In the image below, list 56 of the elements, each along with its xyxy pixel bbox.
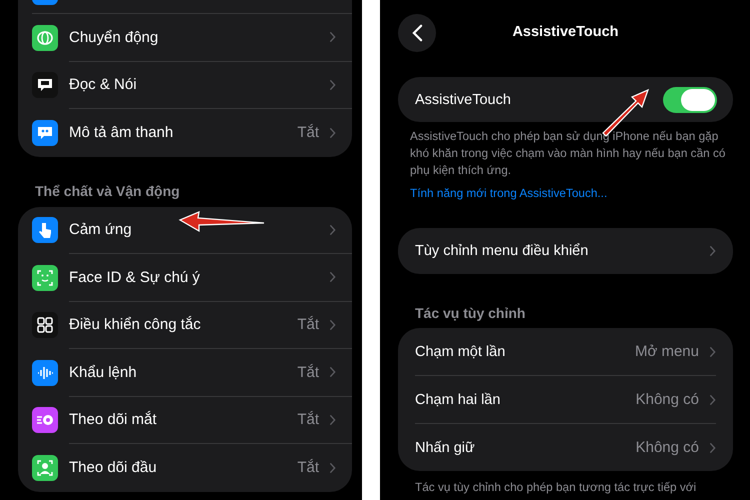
chevron-icon — [329, 31, 336, 44]
chevron-icon — [709, 394, 716, 406]
chevron-icon — [329, 126, 336, 139]
row-value: Không có — [636, 391, 699, 408]
row-label: Mô tả âm thanh — [69, 124, 174, 142]
settings-row[interactable]: Đọc & Nói — [32, 62, 352, 109]
chevron-icon — [329, 78, 336, 91]
footer-text: Tác vụ tùy chỉnh cho phép bạn tương tác trực tiếp với — [415, 480, 698, 494]
chevron-icon — [329, 271, 336, 284]
row-label: Khẩu lệnh — [69, 364, 138, 381]
menu-row[interactable]: Tùy chỉnh menu điều khiển — [398, 228, 733, 274]
row-value: Không có — [636, 439, 699, 456]
chevron-icon — [709, 346, 716, 358]
settings-row[interactable]: Khẩu lệnh Tắt — [32, 349, 352, 396]
row-label: Chuyển động — [69, 28, 160, 46]
action-row[interactable]: Chạm hai lần Không có — [415, 376, 716, 424]
section-header: Thể chất và Vận động — [34, 182, 181, 201]
chevron-icon — [329, 462, 336, 474]
chevron-icon — [329, 224, 336, 236]
settings-row[interactable]: Chuyển động — [32, 14, 352, 62]
description-text: AssistiveTouch cho phép bạn sử dụng iPhone nếu bạn gặp khó khăn trong việc chạm vào màn hình hay nếu bạn cần có phụ kiện thích ứng. — [410, 128, 726, 179]
chevron-icon — [709, 245, 716, 257]
toggle-switch[interactable] — [663, 86, 717, 112]
section-header: Tác vụ tùy chỉnh — [414, 304, 526, 323]
settings-row[interactable]: Điều khiển công tắc Tắt — [32, 302, 352, 349]
back-button[interactable] — [398, 14, 436, 52]
row-value: Tắt — [297, 316, 319, 334]
chevron-icon — [329, 414, 336, 426]
row-label: Chạm hai lần — [415, 392, 502, 408]
action-row[interactable]: Nhấn giữ Không có — [415, 424, 716, 471]
settings-row[interactable]: Theo dõi mắt Tắt — [32, 396, 352, 444]
row-label: Theo dõi đầu — [69, 459, 158, 476]
row-label: Đọc & Nói — [69, 76, 138, 94]
row-label: Tùy chỉnh menu điều khiển — [415, 243, 590, 259]
row-label: Nhấn giữ — [415, 440, 476, 456]
feature-link[interactable]: Tính năng mới trong AssistiveTouch... — [410, 186, 733, 200]
screen-title: AssistiveTouch — [512, 24, 619, 40]
chevron-icon — [329, 366, 336, 378]
settings-row[interactable]: Face ID & Sự chú ý — [32, 254, 352, 302]
row-value: Tắt — [297, 411, 319, 428]
settings-row[interactable]: Mô tả âm thanh Tắt — [32, 109, 352, 156]
back-chevron-icon — [412, 24, 422, 42]
row-label: Chạm một lần — [415, 344, 506, 360]
chevron-icon — [329, 318, 336, 331]
row-value: Tắt — [297, 459, 319, 476]
row-label: Theo dõi mắt — [69, 411, 158, 428]
row-value: Tắt — [297, 124, 319, 142]
settings-row[interactable]: Theo dõi đầu Tắt — [32, 444, 352, 492]
row-value: Tắt — [297, 364, 319, 381]
row-label: Cảm ứng — [69, 221, 133, 238]
row-value: Mở menu — [634, 343, 699, 360]
action-row[interactable]: Chạm một lần Mở menu — [415, 328, 716, 376]
chevron-icon — [709, 442, 716, 454]
row-label: Điều khiển công tắc — [69, 316, 202, 334]
toggle-label: AssistiveTouch — [415, 92, 512, 108]
row-label: Face ID & Sự chú ý — [69, 268, 201, 286]
